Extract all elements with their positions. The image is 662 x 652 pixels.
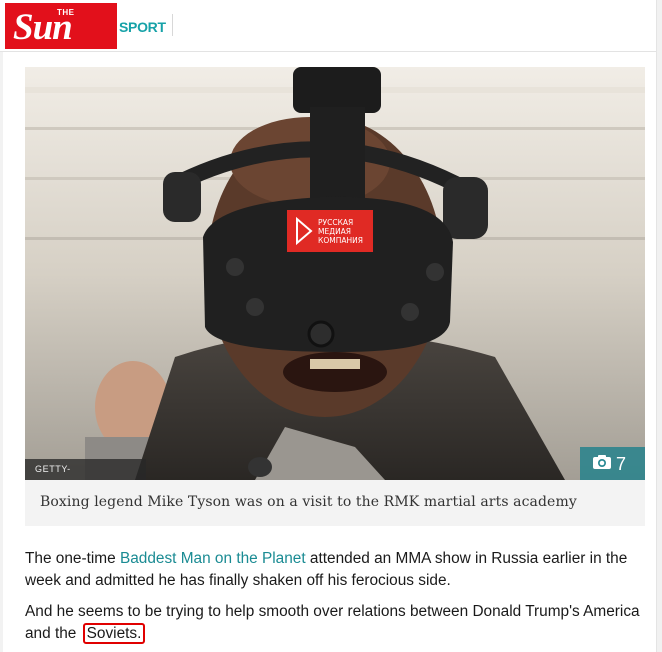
logo-the-text: THE [57, 8, 75, 17]
section-sport-link[interactable]: SPORT [119, 19, 166, 35]
article-photo[interactable]: РУССКАЯ МЕДИАЯ КОМПАНИЯ [25, 67, 645, 480]
left-gutter [0, 52, 3, 652]
gallery-count: 7 [616, 453, 627, 474]
photo-illustration: РУССКАЯ МЕДИАЯ КОМПАНИЯ [25, 67, 645, 480]
headset-logo-line: МЕДИАЯ [318, 227, 351, 236]
paragraph-text: The one-time [25, 550, 120, 567]
camera-icon [592, 448, 612, 481]
sun-logo[interactable]: Sun THE [5, 3, 117, 49]
photo-credit: GETTY- CONTRIBUTOR [25, 459, 146, 495]
headset-logo-line: РУССКАЯ [318, 218, 353, 227]
headset-logo-line: КОМПАНИЯ [318, 236, 363, 245]
gallery-button[interactable]: 7 [580, 447, 645, 480]
baddest-man-link[interactable]: Baddest Man on the Planet [120, 550, 306, 567]
highlighted-word: Soviets. [82, 623, 146, 644]
header-divider [172, 14, 173, 36]
photo-caption: Boxing legend Mike Tyson was on a visit … [25, 480, 645, 526]
site-header: Sun THE SPORT [0, 0, 662, 52]
scrollbar[interactable] [656, 0, 662, 652]
article-paragraph: The one-time Baddest Man on the Planet a… [25, 548, 650, 592]
article-paragraph: And he seems to be trying to help smooth… [25, 601, 650, 645]
